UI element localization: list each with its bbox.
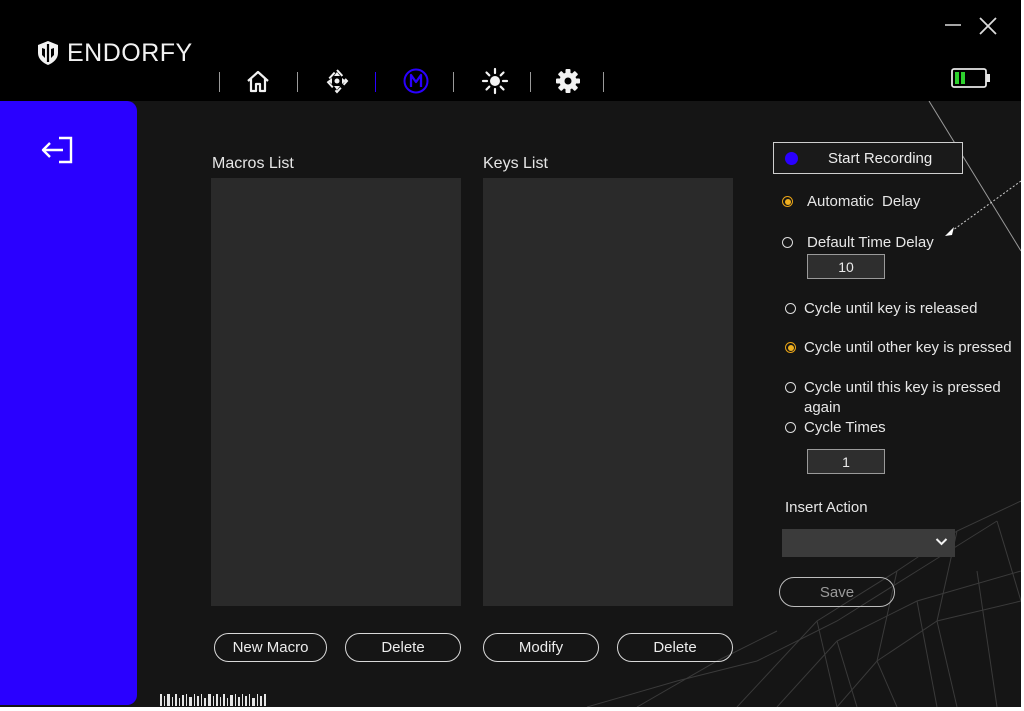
home-icon xyxy=(247,70,269,93)
radio-cycle-until-pressed-again[interactable] xyxy=(785,382,796,393)
delete-macro-button[interactable]: Delete xyxy=(345,633,461,662)
modify-key-button[interactable]: Modify xyxy=(483,633,599,662)
record-dot-icon xyxy=(785,151,798,165)
option-cycle-until-released[interactable]: Cycle until key is released xyxy=(785,299,977,319)
dpad-icon xyxy=(325,68,349,94)
title-bar: ENDORFY xyxy=(0,0,1021,101)
nav-separator-active xyxy=(375,72,376,92)
settings-icon xyxy=(556,69,580,93)
lighting-icon xyxy=(481,67,509,95)
default-time-delay-label: Default Time Delay xyxy=(807,234,934,251)
option-automatic-delay[interactable]: Automatic Delay xyxy=(782,192,920,212)
keys-list[interactable] xyxy=(483,178,733,606)
nav-separator xyxy=(219,72,220,92)
chevron-down-icon xyxy=(935,538,948,546)
brand-logo: ENDORFY xyxy=(36,38,193,68)
start-recording-label: Start Recording xyxy=(828,149,933,167)
option-cycle-until-pressed-again[interactable]: Cycle until this key is pressed again xyxy=(785,378,1012,418)
macros-list[interactable] xyxy=(211,178,461,606)
cycle-times-label: Cycle Times xyxy=(804,419,886,436)
automatic-delay-label: Automatic Delay xyxy=(807,193,921,210)
cycle-until-other-key-label: Cycle until other key is pressed xyxy=(804,339,1012,356)
minimize-icon[interactable] xyxy=(943,13,963,33)
nav-lighting[interactable] xyxy=(480,66,510,96)
macros-list-title: Macros List xyxy=(212,155,294,172)
keys-list-title: Keys List xyxy=(483,155,548,172)
delete-key-button[interactable]: Delete xyxy=(617,633,733,662)
new-macro-button[interactable]: New Macro xyxy=(214,633,327,662)
app-window: ENDORFY Macros List New Macro Delete Key… xyxy=(0,0,1021,707)
brand-name: ENDORFY xyxy=(67,38,193,67)
insert-action-label: Insert Action xyxy=(785,499,868,516)
default-delay-input[interactable] xyxy=(807,254,885,279)
cycle-times-input[interactable] xyxy=(807,449,885,474)
close-icon[interactable] xyxy=(978,16,998,36)
radio-cycle-times[interactable] xyxy=(785,422,796,433)
radio-automatic-delay[interactable] xyxy=(782,196,793,207)
nav-buttons[interactable] xyxy=(322,66,352,96)
nav-separator xyxy=(530,72,531,92)
cycle-until-released-label: Cycle until key is released xyxy=(804,300,978,317)
endorfy-shield-icon xyxy=(38,41,58,65)
nav-settings[interactable] xyxy=(553,66,583,96)
cycle-until-pressed-again-label: Cycle until this key is pressed again xyxy=(804,379,1001,416)
radio-default-time-delay[interactable] xyxy=(782,237,793,248)
nav-separator xyxy=(603,72,604,92)
option-default-time-delay[interactable]: Default Time Delay xyxy=(782,233,934,253)
nav-macro[interactable] xyxy=(401,66,431,96)
exit-icon[interactable] xyxy=(39,134,75,166)
radio-cycle-until-released[interactable] xyxy=(785,303,796,314)
nav-separator xyxy=(297,72,298,92)
barcode-decoration xyxy=(160,694,266,706)
nav-separator xyxy=(453,72,454,92)
sidebar xyxy=(0,101,137,705)
start-recording-button[interactable]: Start Recording xyxy=(773,142,963,174)
macro-icon xyxy=(403,68,429,94)
option-cycle-until-other-key[interactable]: Cycle until other key is pressed xyxy=(785,338,1012,358)
insert-action-select[interactable] xyxy=(782,529,955,557)
radio-cycle-until-other-key[interactable] xyxy=(785,342,796,353)
battery-icon xyxy=(951,68,990,88)
nav-home[interactable] xyxy=(243,66,273,96)
option-cycle-times[interactable]: Cycle Times xyxy=(785,418,886,438)
save-button[interactable]: Save xyxy=(779,577,895,607)
